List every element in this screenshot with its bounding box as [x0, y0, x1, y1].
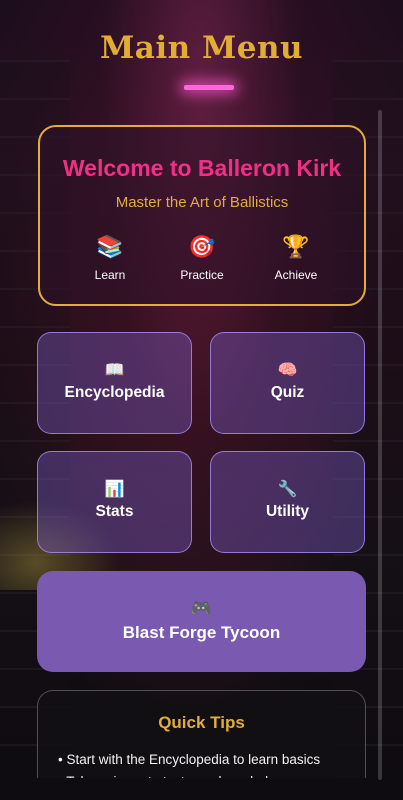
quiz-label: Quiz [270, 384, 305, 401]
feature-achieve: 🏆 Achieve [256, 234, 336, 282]
utility-label: Utility [265, 503, 310, 520]
utility-button[interactable]: 🔧 Utility [210, 451, 365, 553]
list-item: Start with the Encyclopedia to learn bas… [58, 749, 358, 771]
brain-icon: 🧠 [277, 362, 298, 379]
books-icon: 📚 [96, 234, 124, 259]
feature-practice: 🎯 Practice [162, 234, 242, 282]
feature-label: Practice [180, 268, 224, 282]
bottom-edge [0, 778, 403, 800]
wrench-icon: 🔧 [277, 481, 298, 498]
book-icon: 📖 [104, 362, 125, 379]
stats-button[interactable]: 📊 Stats [37, 451, 192, 553]
gamepad-icon: 🎮 [190, 599, 213, 618]
stats-label: Stats [95, 503, 134, 520]
welcome-card: Welcome to Balleron Kirk Master the Art … [38, 125, 366, 306]
trophy-icon: 🏆 [282, 234, 310, 259]
quiz-button[interactable]: 🧠 Quiz [210, 332, 365, 434]
background-neon-light [184, 85, 234, 90]
welcome-title: Welcome to Balleron Kirk [62, 155, 342, 181]
quick-tips-title: Quick Tips [158, 713, 245, 732]
page-title: Main Menu [99, 30, 304, 66]
blast-forge-tycoon-label: Blast Forge Tycoon [122, 623, 281, 642]
feature-learn: 📚 Learn [70, 234, 150, 282]
scrollbar[interactable] [378, 110, 382, 780]
encyclopedia-label: Encyclopedia [64, 384, 165, 401]
welcome-subtitle: Master the Art of Ballistics [115, 194, 289, 211]
main-menu-screen: Main Menu Welcome to Balleron Kirk Maste… [0, 0, 403, 800]
feature-label: Learn [94, 268, 126, 282]
target-icon: 🎯 [188, 234, 216, 259]
blast-forge-tycoon-button[interactable]: 🎮 Blast Forge Tycoon [37, 571, 366, 672]
feature-label: Achieve [274, 268, 318, 282]
bar-chart-icon: 📊 [104, 481, 125, 498]
encyclopedia-button[interactable]: 📖 Encyclopedia [37, 332, 192, 434]
